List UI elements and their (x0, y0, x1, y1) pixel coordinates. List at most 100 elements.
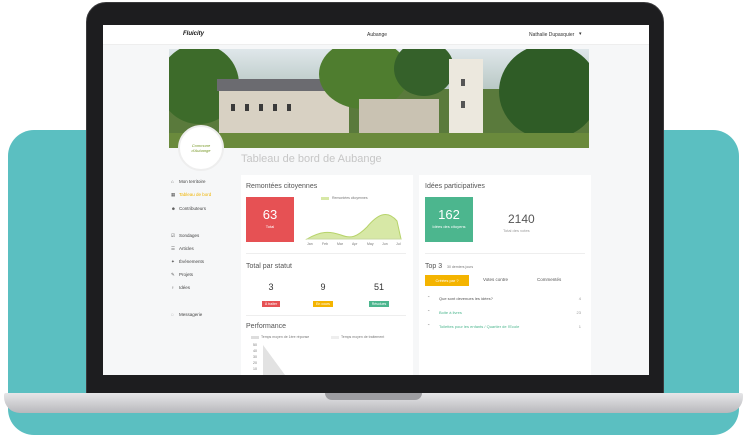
status-a-traiter[interactable]: 3 À traiter (257, 282, 285, 310)
project-icon: ✎ (171, 272, 175, 277)
divider (425, 253, 585, 254)
city-name: Aubange (367, 32, 388, 38)
status-en-cours[interactable]: 9 En cours (309, 282, 337, 310)
status-value: 9 (320, 282, 326, 292)
month-tick: Feb (322, 242, 329, 246)
chevron-up-icon: ⌃ (427, 323, 431, 328)
dashboard-icon: ▦ (171, 192, 176, 197)
remontees-area-chart (305, 213, 402, 240)
idees-count-card[interactable]: 162 Idées des citoyens (425, 197, 473, 242)
sidebar-item-label: Messagerie (179, 312, 203, 317)
statut-title: Total par statut (246, 263, 292, 270)
chevron-up-icon: ⌃ (427, 309, 431, 314)
sidebar-item-label: Contributeurs (179, 206, 207, 211)
top-row[interactable]: ⌃ Boite à livres 23 (425, 309, 585, 318)
status-resolues[interactable]: 51 Résolues (365, 282, 393, 310)
performance-legend-1: Temps moyen de 1ère réponse (261, 335, 310, 339)
top-row-count: 1 (578, 324, 581, 329)
month-tick: Jun (382, 242, 388, 246)
month-tick: Jul (396, 242, 401, 246)
user-menu[interactable]: Nathalie Dupasquier (529, 32, 574, 38)
city-avatar-label: Commune d'Aubange (191, 143, 211, 153)
month-tick: Apr (352, 242, 358, 246)
top-row-count: 4 (578, 296, 581, 301)
top-row-count: 23 (576, 310, 581, 315)
page-title: Tableau de bord de Aubange (241, 153, 382, 165)
sidebar-item-label: Projets (179, 272, 194, 277)
event-icon: ✦ (171, 259, 175, 264)
laptop-notch (325, 393, 422, 400)
sidebar-item-articles[interactable]: ☰ Articles (171, 246, 194, 254)
survey-icon: ☑ (171, 233, 176, 238)
article-icon: ☰ (171, 246, 176, 251)
top-row-text: Boite à livres (439, 310, 462, 315)
remontees-count: 63 (262, 207, 278, 222)
sidebar-item-idees[interactable]: ♀ Idées (171, 285, 190, 293)
top-title: Top 3 (425, 263, 443, 270)
status-badge: En cours (313, 301, 333, 307)
remontees-legend: Remontées citoyennes (332, 196, 368, 200)
y-tick: 10 (253, 367, 257, 371)
legend-swatch (331, 336, 339, 339)
votes-total-label: Total des votes (503, 228, 530, 233)
idea-icon: ♀ (171, 285, 175, 290)
tab-votes[interactable]: Votes contre (483, 277, 508, 282)
marketing-mockup: Fluicity Aubange Nathalie Dupasquier ▾ C… (0, 0, 747, 445)
sidebar-item-evenements[interactable]: ✦ Événements (171, 259, 204, 267)
tab-creees[interactable]: Créées par ? (425, 275, 469, 286)
sidebar-item-label: Mon territoire (179, 179, 206, 184)
status-badge: À traiter (261, 301, 281, 307)
home-icon: ⌂ (171, 179, 174, 184)
sidebar-item-sondages[interactable]: ☑ Sondages (171, 233, 199, 241)
sidebar-item-territoire[interactable]: ⌂ Mon territoire (171, 179, 206, 187)
app-logo[interactable]: Fluicity (183, 31, 204, 37)
sidebar-item-dashboard[interactable]: ▦ Tableau de bord (171, 192, 211, 200)
performance-legend-2: Temps moyen de traitement (341, 335, 385, 339)
top-tabs: Créées par ? Votes contre Commentés (425, 275, 585, 287)
sidebar-item-label: Articles (179, 246, 194, 251)
tab-commentes[interactable]: Commentés (537, 277, 561, 282)
sidebar-item-projets[interactable]: ✎ Projets (171, 272, 193, 280)
sidebar-item-label: Tableau de bord (179, 192, 212, 197)
remontees-count-card[interactable]: 63 Total (246, 197, 294, 242)
top-subtitle: 30 derniers jours (447, 265, 474, 269)
y-tick: 40 (253, 349, 257, 353)
sidebar-item-label: Idées (179, 285, 191, 290)
top-bar: Fluicity Aubange Nathalie Dupasquier ▾ (103, 25, 649, 45)
legend-swatch (251, 336, 259, 339)
status-badge: Résolues (368, 301, 390, 307)
remontees-count-label: Total (265, 224, 275, 229)
message-icon: ◌ (171, 312, 174, 317)
city-banner-photo (169, 49, 589, 148)
top-row-text: Que sont devenues les idées? (439, 296, 493, 301)
legend-swatch (321, 197, 329, 200)
sidebar-item-label: Événements (179, 259, 205, 264)
month-tick: Mar (337, 242, 344, 246)
y-tick: 20 (253, 361, 257, 365)
month-tick: Jan (307, 242, 313, 246)
idees-count: 162 (438, 207, 460, 222)
divider (246, 253, 406, 254)
votes-total: 2140 (508, 212, 535, 226)
remontees-title: Remontées citoyennes (246, 183, 318, 190)
idees-count-label: Idées des citoyens (432, 224, 466, 229)
performance-area-chart (263, 345, 285, 375)
top-row[interactable]: ⌃ Que sont devenues les idées? 4 (425, 295, 585, 304)
top-row[interactable]: ⌃ Toilettes pour les enfants / Quartier … (425, 323, 585, 332)
status-value: 51 (373, 282, 384, 292)
divider (246, 315, 406, 316)
sidebar-item-contributeurs[interactable]: ☻ Contributeurs (171, 206, 206, 214)
status-value: 3 (268, 282, 274, 292)
laptop-screen: Fluicity Aubange Nathalie Dupasquier ▾ C… (103, 25, 649, 375)
month-tick: May (367, 242, 374, 246)
users-icon: ☻ (171, 206, 176, 211)
performance-title: Performance (246, 323, 287, 330)
sidebar-item-label: Sondages (179, 233, 200, 238)
sidebar-item-messagerie[interactable]: ◌ Messagerie (171, 312, 202, 320)
chevron-down-icon[interactable]: ▾ (579, 31, 582, 37)
idees-title: Idées participatives (425, 183, 485, 190)
y-tick: 50 (253, 343, 257, 347)
chevron-up-icon: ⌃ (427, 295, 431, 300)
top-row-text: Toilettes pour les enfants / Quartier de… (439, 324, 520, 329)
y-tick: 30 (253, 355, 257, 359)
